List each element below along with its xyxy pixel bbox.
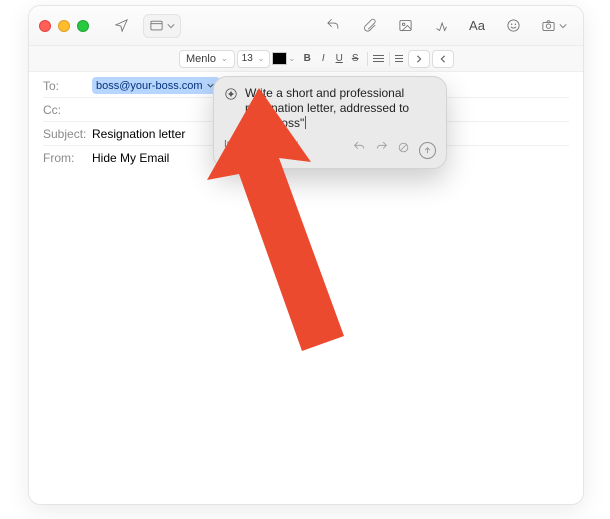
send-button[interactable] [107, 14, 135, 38]
minimize-window-button[interactable] [58, 20, 70, 32]
chevron-right-icon [415, 55, 423, 63]
window-controls [39, 20, 89, 32]
emoji-button[interactable] [499, 14, 527, 38]
format-text-button[interactable]: Aa [463, 14, 491, 38]
chevron-left-icon [439, 55, 447, 63]
image-icon [398, 18, 413, 33]
chevron-down-icon: ⌄ [289, 54, 296, 63]
arrow-up-icon [423, 146, 432, 155]
font-size-select[interactable]: 13 ⌄ [237, 50, 270, 68]
markup-icon [434, 18, 449, 33]
divider [367, 52, 368, 66]
list-button[interactable] [395, 55, 403, 63]
chevron-down-icon: ⌄ [258, 54, 265, 63]
include-scope-select[interactable]: Include All Text ⇅ 0 words [224, 139, 299, 161]
recipient-pill[interactable]: boss@your-boss.com [92, 77, 220, 94]
recipient-text: boss@your-boss.com [96, 80, 203, 92]
ai-prompt-text: Write a short and professional resignati… [245, 86, 409, 130]
font-size-value: 13 [242, 53, 253, 64]
redo-button[interactable] [375, 141, 388, 159]
undo-icon [353, 141, 366, 154]
align-button[interactable] [373, 55, 384, 63]
reply-icon [326, 18, 341, 33]
strikethrough-button[interactable]: S [348, 53, 362, 64]
indent-right-button[interactable] [408, 50, 430, 68]
paperclip-icon [362, 18, 377, 33]
ai-prompt-input[interactable]: Write a short and professional resignati… [245, 86, 436, 131]
bold-button[interactable]: B [300, 53, 314, 64]
photo-browser-button[interactable] [535, 14, 573, 38]
word-count: 0 words [224, 150, 299, 161]
chevron-down-icon [167, 17, 175, 35]
compose-window: Aa Menlo ⌄ 13 ⌄ ⌄ B I U S [28, 5, 584, 505]
italic-button[interactable]: I [316, 53, 330, 64]
header-fields-menu-button[interactable] [143, 14, 181, 38]
divider [389, 52, 390, 66]
paper-plane-icon [114, 18, 129, 33]
include-label: Include All Text [224, 139, 291, 150]
zoom-window-button[interactable] [77, 20, 89, 32]
submit-prompt-button[interactable] [419, 142, 436, 159]
font-family-select[interactable]: Menlo ⌄ [179, 50, 235, 68]
smiley-icon [506, 18, 521, 33]
indent-left-button[interactable] [432, 50, 454, 68]
undo-button[interactable] [353, 141, 366, 159]
font-family-value: Menlo [186, 53, 216, 65]
markup-button[interactable] [427, 14, 455, 38]
reply-button[interactable] [319, 14, 347, 38]
to-label: To: [43, 79, 85, 93]
message-body[interactable] [41, 134, 571, 496]
header-icon [149, 18, 164, 33]
titlebar: Aa [29, 6, 583, 46]
chevron-down-icon [559, 17, 567, 35]
discard-button[interactable] [397, 141, 410, 159]
attach-button[interactable] [355, 14, 383, 38]
font-aa-icon: Aa [469, 18, 485, 33]
chevron-down-icon: ⌄ [221, 54, 228, 63]
format-bar: Menlo ⌄ 13 ⌄ ⌄ B I U S [29, 46, 583, 72]
redo-icon [375, 141, 388, 154]
insert-photo-button[interactable] [391, 14, 419, 38]
text-cursor [305, 116, 306, 129]
cc-label: Cc: [43, 103, 85, 117]
up-down-icon: ⇅ [294, 139, 300, 150]
underline-button[interactable]: U [332, 53, 346, 64]
close-window-button[interactable] [39, 20, 51, 32]
slash-circle-icon [397, 141, 410, 154]
ai-sparkle-icon [224, 87, 238, 106]
text-color-button[interactable] [272, 52, 287, 65]
ai-writing-popover: Write a short and professional resignati… [213, 76, 447, 169]
camera-icon [541, 18, 556, 33]
